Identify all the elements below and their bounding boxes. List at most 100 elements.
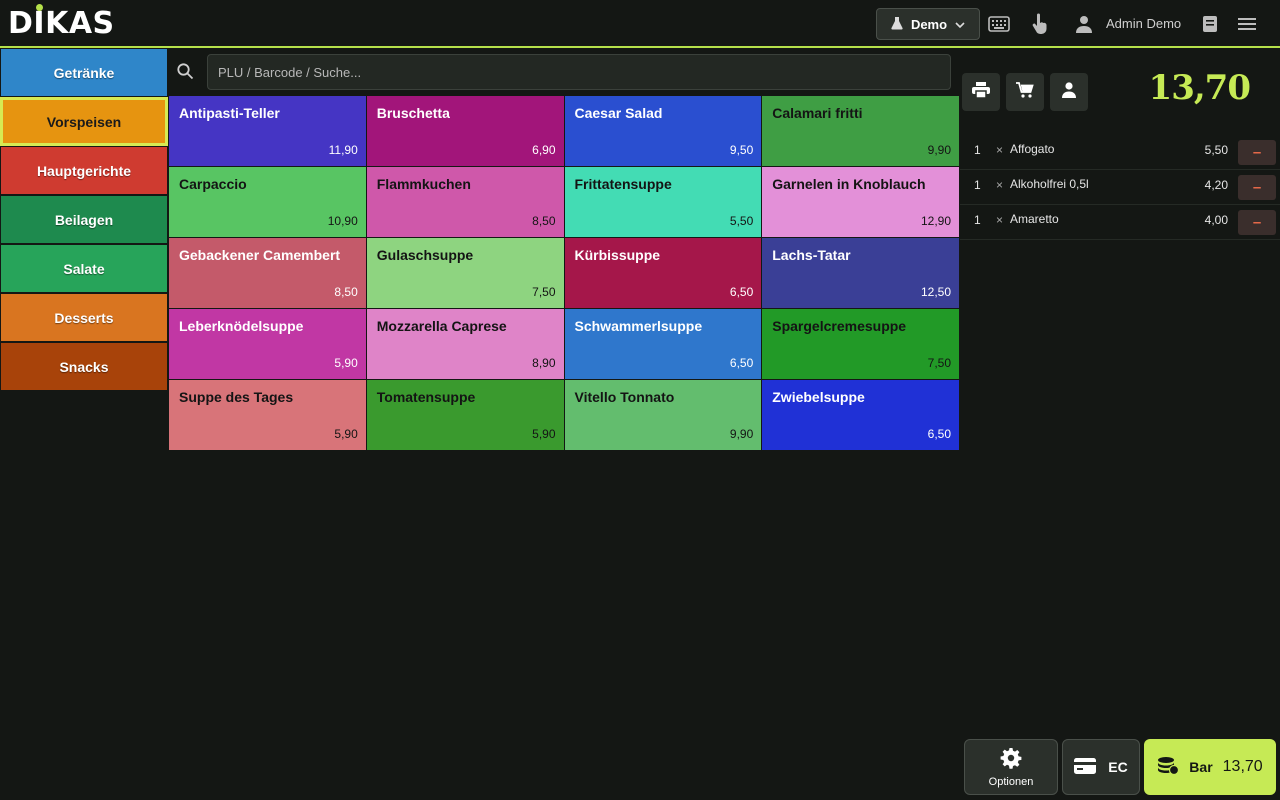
order-item-qty: 1 <box>974 143 981 157</box>
product-grid: Antipasti-Teller 11,90 Bruschetta 6,90 Caesa… <box>169 96 959 450</box>
ec-payment-button[interactable]: EC <box>1062 739 1140 795</box>
category-label: Snacks <box>59 358 109 375</box>
order-item-qty: 1 <box>974 213 981 227</box>
product-tile-frittatensuppe[interactable]: Frittatensuppe 5,50 <box>564 167 762 237</box>
order-item-times: × <box>996 143 1004 157</box>
product-name: Tomatensuppe <box>376 389 476 405</box>
user-icon[interactable] <box>1072 12 1096 36</box>
product-tile-calamari-fritti[interactable]: Calamari fritti 9,90 <box>762 96 959 166</box>
cart-icon <box>1016 81 1034 103</box>
product-tile-zwiebelsuppe[interactable]: Zwiebelsuppe 6,50 <box>762 380 959 450</box>
product-price: 6,50 <box>729 285 754 299</box>
product-tile-gebackener-camembert[interactable]: Gebackener Camembert 8,50 <box>169 238 366 308</box>
chevron-down-icon <box>955 17 965 32</box>
product-tile-leberknoedelsuppe[interactable]: Leberknödelsuppe 5,90 <box>169 309 366 379</box>
order-item-price: 4,00 <box>1204 213 1228 227</box>
customer-button[interactable] <box>1050 73 1088 111</box>
keyboard-icon[interactable] <box>987 12 1011 36</box>
product-tile-suppe-des-tages[interactable]: Suppe des Tages 5,90 <box>169 380 366 450</box>
logo-letters-kas: KAS <box>45 6 115 41</box>
category-label: Hauptgerichte <box>36 162 132 179</box>
book-icon[interactable] <box>1198 12 1222 36</box>
touch-icon[interactable] <box>1028 12 1052 36</box>
product-price: 8,50 <box>334 285 358 299</box>
product-name: Zwiebelsuppe <box>772 389 865 405</box>
app-header: DI KAS Demo Admin Demo <box>0 0 1280 48</box>
printer-icon <box>972 81 990 103</box>
product-price: 6,90 <box>532 143 556 157</box>
category-beilagen[interactable]: Beilagen <box>0 195 168 244</box>
product-tile-gulaschsuppe[interactable]: Gulaschsuppe 7,50 <box>366 238 564 308</box>
product-price: 9,50 <box>729 143 754 157</box>
search-icon <box>176 62 196 82</box>
category-getraenke[interactable]: Getränke <box>0 48 168 97</box>
product-name: Lachs-Tatar <box>772 247 851 263</box>
product-tile-schwammerlsuppe[interactable]: Schwammerlsuppe 6,50 <box>564 309 762 379</box>
dikas-logo: DI KAS <box>8 4 115 42</box>
product-price: 5,90 <box>334 427 358 441</box>
category-vorspeisen[interactable]: Vorspeisen <box>0 97 168 146</box>
order-item-name: Amaretto <box>1010 212 1059 226</box>
product-name: Gulaschsuppe <box>376 247 474 263</box>
product-name: Leberknödelsuppe <box>179 318 304 334</box>
logo-letter-i-wrap: I <box>33 4 45 42</box>
category-label: Salate <box>63 260 105 277</box>
product-name: Suppe des Tages <box>179 389 294 405</box>
user-name[interactable]: Admin Demo <box>1106 16 1181 31</box>
product-tile-antipasti-teller[interactable]: Antipasti-Teller 11,90 <box>169 96 366 166</box>
product-tile-bruschetta[interactable]: Bruschetta 6,90 <box>366 96 564 166</box>
credit-card-icon <box>1074 757 1097 777</box>
product-name: Flammkuchen <box>376 176 471 192</box>
environment-label: Demo <box>910 16 948 32</box>
category-snacks[interactable]: Snacks <box>0 342 168 391</box>
search-input[interactable] <box>207 54 951 90</box>
product-price: 10,90 <box>327 214 358 228</box>
remove-item-button[interactable]: – <box>1238 175 1276 200</box>
cash-payment-button[interactable]: Bar 13,70 <box>1144 739 1276 795</box>
product-name: Bruschetta <box>376 105 450 121</box>
product-tile-lachs-tatar[interactable]: Lachs-Tatar 12,50 <box>762 238 959 308</box>
category-label: Desserts <box>54 309 114 326</box>
environment-selector-button[interactable]: Demo <box>876 8 980 40</box>
product-tile-flammkuchen[interactable]: Flammkuchen 8,50 <box>366 167 564 237</box>
product-tile-mozzarella-caprese[interactable]: Mozzarella Caprese 8,90 <box>366 309 564 379</box>
product-name: Antipasti-Teller <box>179 105 280 121</box>
order-item-price: 5,50 <box>1204 143 1228 157</box>
order-item[interactable]: 1 × Alkoholfrei 0,5l 4,20 <box>960 170 1280 205</box>
order-item[interactable]: 1 × Amaretto 4,00 <box>960 205 1280 240</box>
product-tile-spargelcremesuppe[interactable]: Spargelcremesuppe 7,50 <box>762 309 959 379</box>
order-item-qty: 1 <box>974 178 981 192</box>
category-desserts[interactable]: Desserts <box>0 293 168 342</box>
product-price: 5,90 <box>532 427 556 441</box>
order-item-name: Affogato <box>1010 142 1055 156</box>
menu-icon[interactable] <box>1235 12 1259 36</box>
order-item[interactable]: 1 × Affogato 5,50 <box>960 135 1280 170</box>
product-name: Caesar Salad <box>574 105 663 121</box>
product-tile-kuerbissuppe[interactable]: Kürbissuppe 6,50 <box>564 238 762 308</box>
remove-item-button[interactable]: – <box>1238 140 1276 165</box>
category-salate[interactable]: Salate <box>0 244 168 293</box>
print-button[interactable] <box>962 73 1000 111</box>
product-name: Gebackener Camembert <box>179 247 341 263</box>
product-price: 5,50 <box>729 214 754 228</box>
order-item-name: Alkoholfrei 0,5l <box>1010 177 1089 191</box>
remove-item-button[interactable]: – <box>1238 210 1276 235</box>
product-price: 6,50 <box>729 356 754 370</box>
product-name: Carpaccio <box>179 176 247 192</box>
product-name: Vitello Tonnato <box>574 389 675 405</box>
product-price: 11,90 <box>328 143 358 157</box>
product-tile-caesar-salad[interactable]: Caesar Salad 9,50 <box>564 96 762 166</box>
product-tile-tomatensuppe[interactable]: Tomatensuppe 5,90 <box>366 380 564 450</box>
order-actions <box>962 73 1088 111</box>
category-hauptgerichte[interactable]: Hauptgerichte <box>0 146 168 195</box>
options-button[interactable]: Optionen <box>964 739 1058 795</box>
product-tile-vitello-tonnato[interactable]: Vitello Tonnato 9,90 <box>564 380 762 450</box>
product-price: 8,50 <box>532 214 556 228</box>
product-tile-garnelen-in-knoblauch[interactable]: Garnelen in Knoblauch 12,90 <box>762 167 959 237</box>
product-name: Mozzarella Caprese <box>376 318 507 334</box>
product-tile-carpaccio[interactable]: Carpaccio 10,90 <box>169 167 366 237</box>
user-icon <box>1062 81 1076 103</box>
cart-button[interactable] <box>1006 73 1044 111</box>
product-price: 12,50 <box>920 285 951 299</box>
product-name: Garnelen in Knoblauch <box>772 176 926 192</box>
